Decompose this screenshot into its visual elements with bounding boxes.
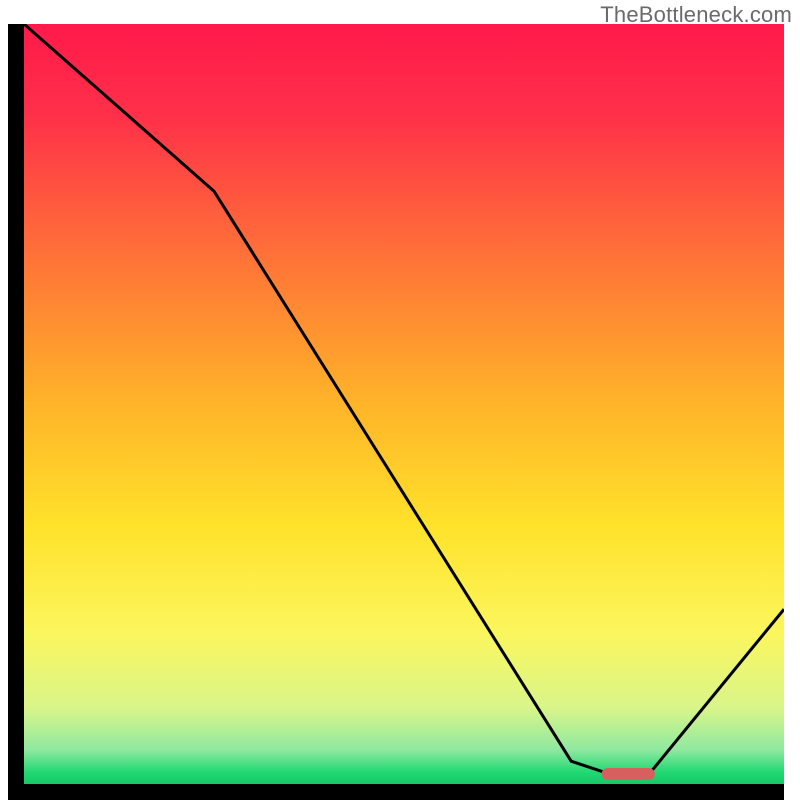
plot-background-gradient xyxy=(24,24,784,784)
y-axis xyxy=(8,24,24,800)
watermark-text: TheBottleneck.com xyxy=(600,2,792,28)
x-axis xyxy=(8,784,784,800)
optimal-range-marker xyxy=(602,768,655,780)
bottleneck-chart xyxy=(0,0,800,800)
chart-container: TheBottleneck.com xyxy=(0,0,800,800)
